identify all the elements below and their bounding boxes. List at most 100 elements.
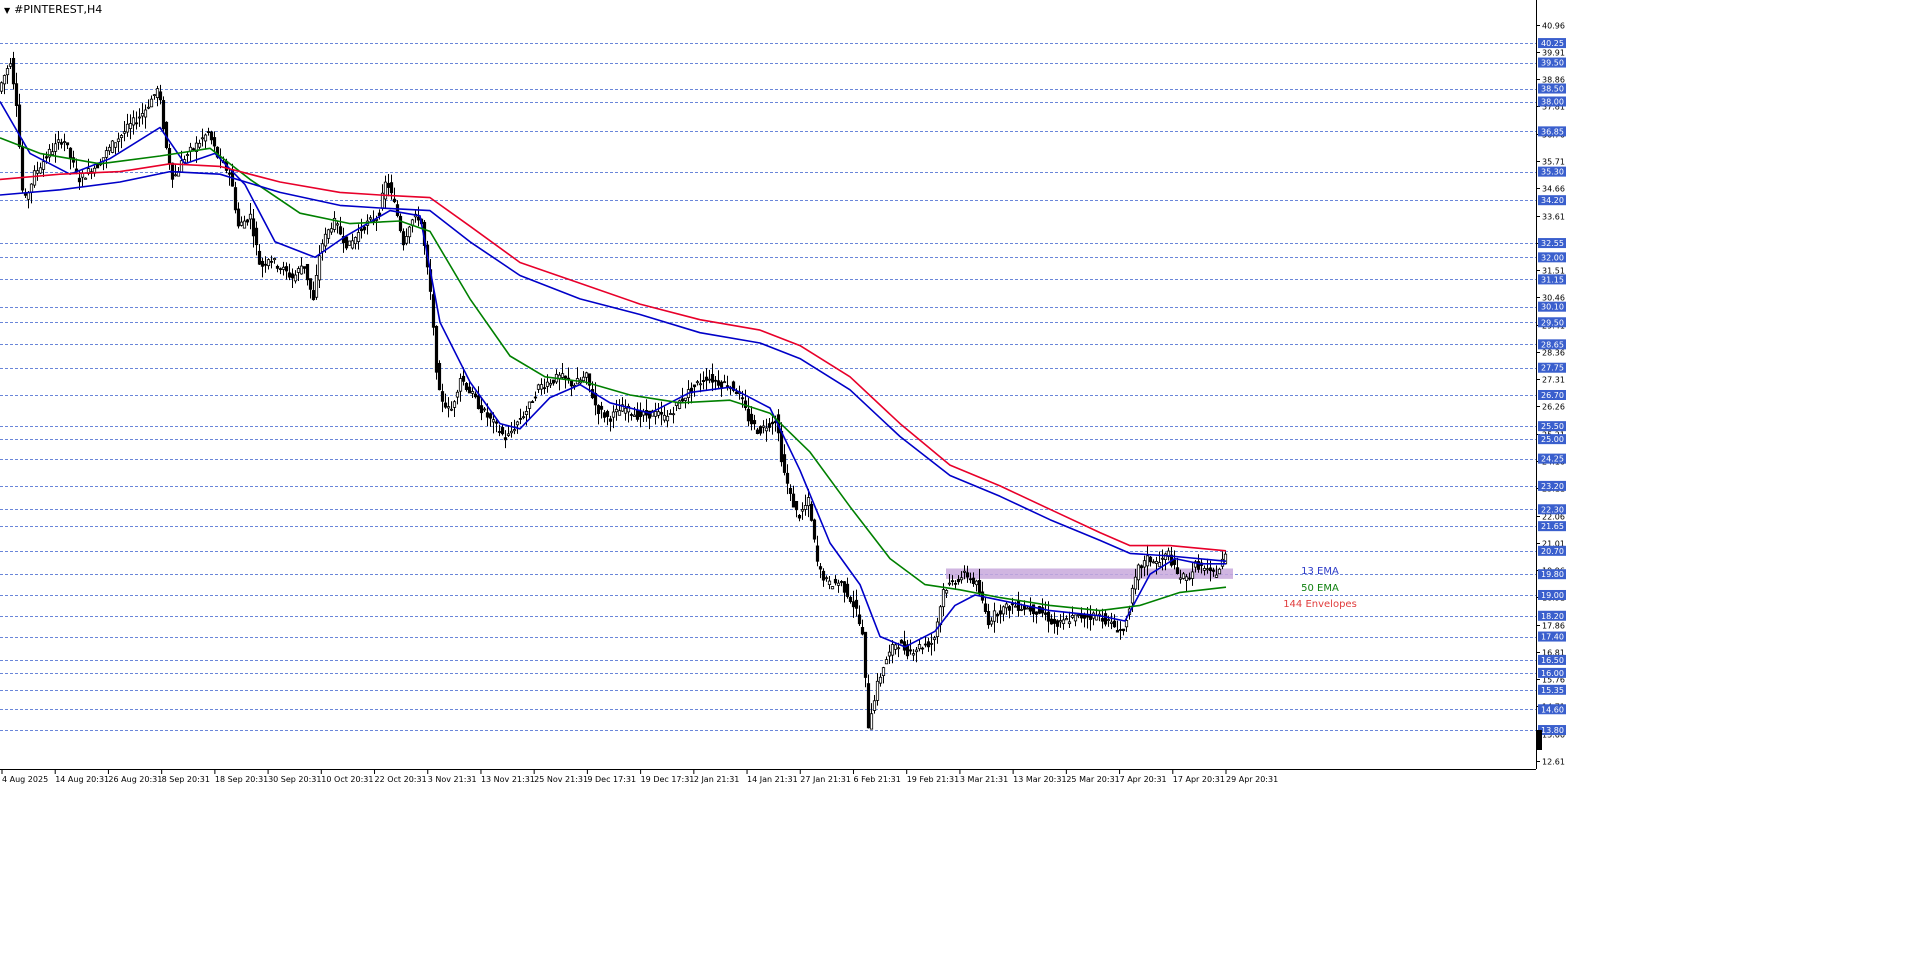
triangle-down-icon[interactable]: ▼ xyxy=(4,6,10,15)
price-tick-label: 35.71 xyxy=(1542,158,1565,167)
candle-body xyxy=(431,294,436,328)
candle-body xyxy=(356,232,361,242)
candle-body xyxy=(836,582,841,586)
candle-body xyxy=(203,134,208,142)
annotation-label: 144 Envelopes xyxy=(1283,599,1357,610)
candle-body xyxy=(1031,604,1036,615)
candle-body xyxy=(440,391,445,402)
candle-body xyxy=(758,426,763,434)
candle-body xyxy=(311,290,316,301)
time-tick-label: 30 Sep 20:31 xyxy=(268,775,321,784)
candle-body xyxy=(809,503,814,521)
candle-body xyxy=(662,414,667,421)
level-price-label: 32.00 xyxy=(1541,253,1564,262)
candle-body xyxy=(992,610,997,622)
candle-body xyxy=(851,601,856,608)
candle-body xyxy=(146,106,151,109)
candle-body xyxy=(509,430,514,434)
candle-body xyxy=(950,580,955,583)
candle-body xyxy=(404,236,409,244)
candle-body xyxy=(971,577,976,585)
candle-body xyxy=(68,147,73,159)
candle-body xyxy=(602,412,607,418)
time-tick-label: 22 Oct 20:31 xyxy=(375,775,427,784)
candle-body xyxy=(443,402,448,408)
time-tick-label: 25 Mar 20:31 xyxy=(1066,775,1119,784)
candle-body xyxy=(1112,620,1117,628)
candle-body xyxy=(1118,629,1123,631)
candle-body xyxy=(821,570,826,581)
candle-body xyxy=(503,437,508,441)
candle-body xyxy=(893,644,898,650)
candle-body xyxy=(794,500,799,511)
level-price-label: 22.30 xyxy=(1541,505,1564,514)
candle-body xyxy=(551,379,556,384)
candle-body xyxy=(1073,614,1078,622)
candle-body xyxy=(656,411,661,416)
candle-body xyxy=(524,410,529,415)
candle-body xyxy=(977,579,982,595)
candle-body xyxy=(1151,561,1156,564)
candle-body xyxy=(983,603,988,612)
candle-body xyxy=(248,213,253,220)
price-tick-label: 17.86 xyxy=(1542,622,1565,631)
annotation-label: 13 EMA xyxy=(1301,566,1339,577)
candle-body xyxy=(716,380,721,386)
candle-body xyxy=(995,613,1000,617)
chart-container[interactable]: ▼ #PINTEREST,H4 13 EMA 50 EMA 144 Envelopes… xyxy=(0,0,1916,963)
candle-body xyxy=(308,278,313,290)
time-tick-label: 13 Mar 20:31 xyxy=(1013,775,1066,784)
level-price-label: 36.85 xyxy=(1541,127,1564,136)
candle-body xyxy=(389,182,394,194)
candle-body xyxy=(59,142,64,145)
time-tick-label: 14 Aug 20:31 xyxy=(55,775,109,784)
price-tick-label: 26.26 xyxy=(1542,403,1565,412)
candle-body xyxy=(752,420,757,425)
candle-body xyxy=(998,610,1003,615)
candle-body xyxy=(278,268,283,271)
candle-body xyxy=(1163,553,1168,560)
candle-body xyxy=(1187,577,1192,580)
candle-body xyxy=(710,374,715,383)
candle-body xyxy=(1217,568,1222,575)
level-price-label: 29.50 xyxy=(1541,318,1564,327)
candle-body xyxy=(962,570,967,573)
level-price-label: 17.40 xyxy=(1541,633,1564,642)
candle-body xyxy=(1121,628,1126,632)
candle-body xyxy=(764,427,769,432)
level-price-label: 30.10 xyxy=(1541,303,1564,312)
chart-symbol-label: #PINTEREST,H4 xyxy=(14,3,103,16)
candle-body xyxy=(707,378,712,381)
candle-body xyxy=(932,637,937,641)
time-tick-label: 18 Sep 20:31 xyxy=(215,775,268,784)
candle-body xyxy=(53,143,58,152)
candle-body xyxy=(266,259,271,267)
candle-body xyxy=(506,433,511,436)
price-tick-label: 30.46 xyxy=(1542,294,1565,303)
candle-body xyxy=(134,122,139,125)
candle-body xyxy=(386,183,391,188)
candle-body xyxy=(812,519,817,540)
candle-body xyxy=(803,505,808,510)
candle-body xyxy=(839,581,844,583)
candle-body xyxy=(446,406,451,409)
candle-body xyxy=(1058,620,1063,623)
candle-body xyxy=(383,181,388,200)
candle-body xyxy=(881,667,886,677)
candle-body xyxy=(617,410,622,416)
candle-body xyxy=(458,378,463,392)
candle-body xyxy=(401,231,406,246)
price-chart[interactable]: 13 EMA 50 EMA 144 Envelopes 40.96 39.91 38.8… xyxy=(0,0,1916,963)
level-price-label: 23.20 xyxy=(1541,482,1564,491)
candle-body xyxy=(668,413,673,415)
candle-body xyxy=(263,263,268,266)
level-price-label: 35.30 xyxy=(1541,168,1564,177)
candle-body xyxy=(824,577,829,580)
candle-body xyxy=(368,217,373,220)
candle-body xyxy=(584,372,589,378)
candle-body xyxy=(35,170,40,174)
candle-body xyxy=(749,413,754,425)
candle-body xyxy=(581,376,586,382)
chart-title: ▼ #PINTEREST,H4 xyxy=(4,3,102,16)
candle-body xyxy=(857,614,862,625)
